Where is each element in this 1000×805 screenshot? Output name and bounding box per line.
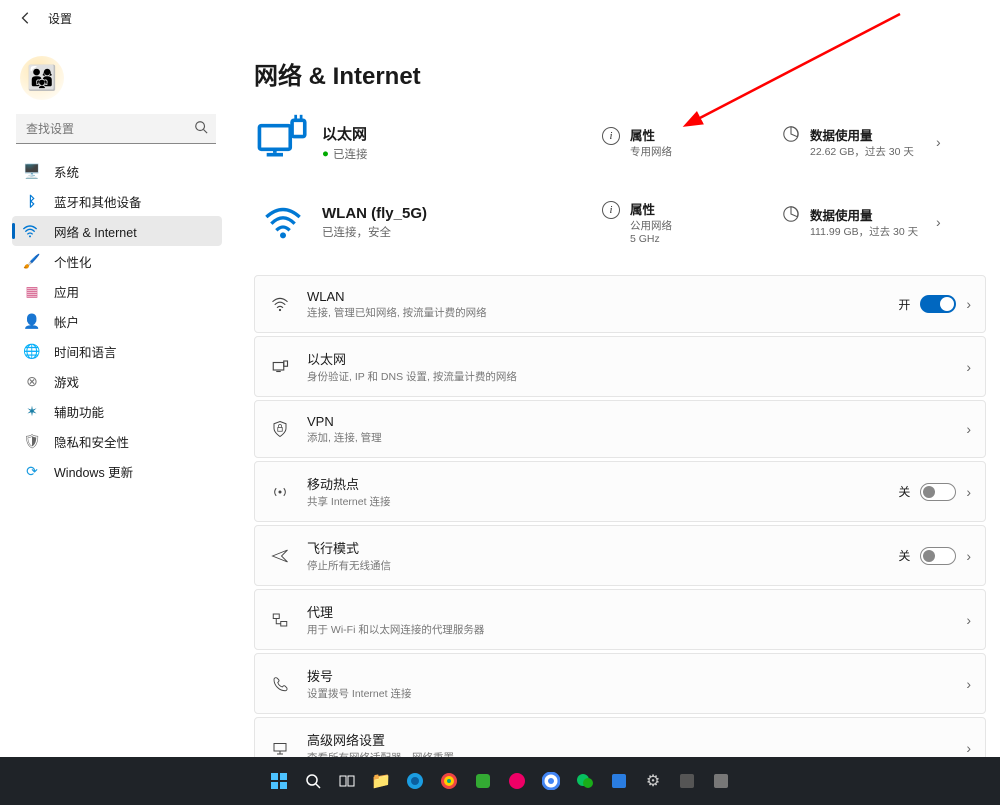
taskbar-explorer[interactable]: 📁 <box>367 767 395 795</box>
sidebar-item-time-language[interactable]: 🌐时间和语言 <box>12 336 222 366</box>
apps-icon: ▦ <box>22 283 42 300</box>
sidebar-item-network[interactable]: 网络 & Internet <box>12 216 222 246</box>
accessibility-icon: ✶ <box>22 403 42 420</box>
taskbar-app-pink[interactable] <box>503 767 531 795</box>
sidebar-item-windows-update[interactable]: ⟳Windows 更新 <box>12 456 222 486</box>
sidebar: 👨‍👩‍👧 🖥️系统 ᛒ蓝牙和其他设备 网络 & Internet 🖌️个性化 … <box>0 36 226 757</box>
card-proxy[interactable]: 代理用于 Wi-Fi 和以太网连接的代理服务器 › <box>254 589 986 650</box>
connected-dot-icon: ● <box>322 148 329 160</box>
network-wlan-summary: WLAN (fly_5G) 已连接，安全 i 属性 公用网络 5 GHz 数据使… <box>254 185 986 265</box>
vpn-shield-icon <box>269 420 291 438</box>
wifi-icon <box>22 223 42 239</box>
gaming-icon: ⊗ <box>22 373 42 390</box>
sidebar-item-gaming[interactable]: ⊗游戏 <box>12 366 222 396</box>
main-content: 网络 & Internet 以太网 ●已连接 i 属性 <box>226 36 1000 757</box>
wifi-icon <box>269 295 291 313</box>
sidebar-item-accessibility[interactable]: ✶辅助功能 <box>12 396 222 426</box>
wlan-status: 已连接，安全 <box>322 224 391 240</box>
ethernet-status: 已连接 <box>333 146 368 162</box>
taskbar-app-colorful[interactable] <box>435 767 463 795</box>
chevron-right-icon: › <box>966 548 971 564</box>
page-title: 网络 & Internet <box>254 56 986 91</box>
chevron-right-icon: › <box>966 740 971 756</box>
card-dialup[interactable]: 拨号设置拨号 Internet 连接 › <box>254 653 986 714</box>
globe-icon: 🌐 <box>22 343 42 360</box>
taskbar: 📁 ⚙ <box>0 757 1000 805</box>
back-button[interactable] <box>14 6 38 30</box>
taskbar-wechat[interactable] <box>571 767 599 795</box>
wlan-toggle-label: 开 <box>898 296 910 313</box>
taskbar-app-extra2[interactable] <box>707 767 735 795</box>
sidebar-item-system[interactable]: 🖥️系统 <box>12 156 222 186</box>
ethernet-data-usage-button[interactable]: 数据使用量 22.62 GB，过去 30 天 <box>782 125 932 159</box>
taskbar-app-extra1[interactable] <box>673 767 701 795</box>
card-ethernet[interactable]: 以太网身份验证, IP 和 DNS 设置, 按流量计费的网络 › <box>254 336 986 397</box>
advanced-network-icon <box>269 739 291 757</box>
taskbar-app-green[interactable] <box>469 767 497 795</box>
hotspot-toggle-label: 关 <box>898 483 910 500</box>
taskbar-taskview[interactable] <box>333 767 361 795</box>
wlan-properties-button[interactable]: i 属性 公用网络 5 GHz <box>602 199 782 245</box>
card-vpn[interactable]: VPN添加, 连接, 管理 › <box>254 400 986 458</box>
shield-icon: 🛡 <box>22 433 42 450</box>
hotspot-toggle[interactable] <box>920 483 956 501</box>
info-icon: i <box>602 201 620 219</box>
data-usage-icon <box>782 125 800 143</box>
search-box[interactable] <box>16 114 216 144</box>
bluetooth-icon: ᛒ <box>22 193 42 209</box>
chevron-right-icon: › <box>966 421 971 437</box>
hotspot-icon <box>269 483 291 501</box>
ethernet-large-icon <box>254 113 312 171</box>
window-title: 设置 <box>48 10 72 27</box>
sidebar-item-bluetooth[interactable]: ᛒ蓝牙和其他设备 <box>12 186 222 216</box>
data-usage-icon <box>782 205 800 223</box>
sidebar-item-personalization[interactable]: 🖌️个性化 <box>12 246 222 276</box>
sidebar-nav: 🖥️系统 ᛒ蓝牙和其他设备 网络 & Internet 🖌️个性化 ▦应用 👤帐… <box>12 156 222 486</box>
taskbar-edge[interactable] <box>401 767 429 795</box>
person-icon: 👤 <box>22 313 42 330</box>
network-ethernet-summary: 以太网 ● 已连接 i 属性 专用网络 数据使用量 22.62 GB，过去 30 … <box>254 105 986 185</box>
wlan-data-usage-button[interactable]: 数据使用量 111.99 GB，过去 30 天 <box>782 205 932 239</box>
sidebar-item-apps[interactable]: ▦应用 <box>12 276 222 306</box>
brush-icon: 🖌️ <box>22 253 42 270</box>
ethernet-properties-button[interactable]: i 属性 专用网络 <box>602 125 782 159</box>
chevron-right-icon: › <box>966 612 971 628</box>
chevron-right-icon: › <box>966 484 971 500</box>
chevron-right-icon: › <box>966 296 971 312</box>
taskbar-settings[interactable]: ⚙ <box>639 767 667 795</box>
ethernet-icon <box>269 358 291 376</box>
system-icon: 🖥️ <box>22 163 42 180</box>
wlan-title: WLAN (fly_5G) <box>322 205 602 222</box>
airplane-toggle-label: 关 <box>898 547 910 564</box>
avatar[interactable]: 👨‍👩‍👧 <box>20 56 64 100</box>
ethernet-title: 以太网 <box>322 123 602 144</box>
chevron-right-icon[interactable]: › <box>932 134 945 150</box>
sidebar-item-privacy[interactable]: 🛡隐私和安全性 <box>12 426 222 456</box>
taskbar-start[interactable] <box>265 767 293 795</box>
card-wlan[interactable]: WLAN连接, 管理已知网络, 按流量计费的网络 开 › <box>254 275 986 333</box>
card-advanced-network[interactable]: 高级网络设置查看所有网络适配器，网络重置 › <box>254 717 986 757</box>
wifi-large-icon <box>254 193 312 251</box>
card-hotspot[interactable]: 移动热点共享 Internet 连接 关 › <box>254 461 986 522</box>
sidebar-item-accounts[interactable]: 👤帐户 <box>12 306 222 336</box>
card-airplane[interactable]: 飞行模式停止所有无线通信 关 › <box>254 525 986 586</box>
chevron-right-icon: › <box>966 359 971 375</box>
search-icon <box>194 120 208 134</box>
taskbar-chrome[interactable] <box>537 767 565 795</box>
chevron-right-icon: › <box>966 676 971 692</box>
airplane-toggle[interactable] <box>920 547 956 565</box>
airplane-icon <box>269 547 291 565</box>
search-input[interactable] <box>16 114 216 144</box>
wlan-toggle[interactable] <box>920 295 956 313</box>
info-icon: i <box>602 127 620 145</box>
taskbar-app-blue[interactable] <box>605 767 633 795</box>
taskbar-search[interactable] <box>299 767 327 795</box>
chevron-right-icon[interactable]: › <box>932 214 945 230</box>
update-icon: ⟳ <box>22 463 42 480</box>
proxy-icon <box>269 611 291 629</box>
dialup-icon <box>269 675 291 693</box>
